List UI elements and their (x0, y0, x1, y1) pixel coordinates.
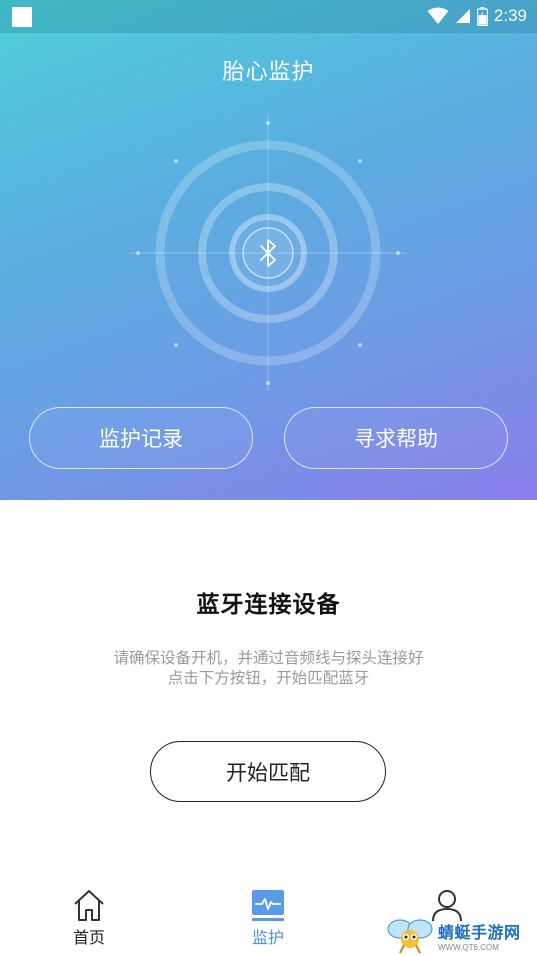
tab-monitor[interactable]: 监护 (223, 888, 313, 954)
wifi-icon (427, 7, 449, 24)
bluetooth-radar (130, 115, 406, 391)
start-pairing-label: 开始匹配 (226, 760, 310, 785)
dragonfly-logo-icon (387, 919, 433, 954)
tab-home-label: 首页 (72, 928, 105, 947)
status-indicators: 2:39 (427, 5, 527, 27)
watermark-url: WWW.QT6.COM (438, 942, 499, 952)
home-icon (74, 890, 104, 921)
signal-icon (455, 9, 470, 23)
seek-help-button[interactable]: 寻求帮助 (284, 407, 508, 469)
notification-icon (12, 7, 32, 27)
tab-home[interactable]: 首页 (44, 888, 134, 954)
start-pairing-button[interactable]: 开始匹配 (150, 741, 386, 802)
seek-help-label: 寻求帮助 (354, 427, 438, 451)
clock: 2:39 (493, 6, 527, 25)
watermark: 蜻蜓手游网 WWW.QT6.COM (386, 914, 536, 956)
monitor-records-label: 监护记录 (99, 427, 183, 451)
tab-monitor-label: 监护 (251, 928, 284, 947)
monitor-records-button[interactable]: 监护记录 (29, 407, 253, 469)
hero-panel: 2:39 胎心监护 监护记录 寻求帮助 (0, 0, 537, 500)
page-title: 胎心监护 (222, 60, 315, 85)
watermark-title: 蜻蜓手游网 (438, 922, 521, 942)
connect-heading: 蓝牙连接设备 (196, 592, 341, 618)
battery-icon (476, 6, 488, 26)
connect-desc-line2: 点击下方按钮，开始匹配蓝牙 (167, 669, 370, 687)
status-bar: 2:39 (0, 0, 537, 33)
connect-desc-line1: 请确保设备开机，并通过音频线与探头连接好 (113, 649, 424, 667)
monitor-icon (252, 890, 284, 921)
connect-description: 请确保设备开机，并通过音频线与探头连接好 点击下方按钮，开始匹配蓝牙 (0, 648, 537, 688)
